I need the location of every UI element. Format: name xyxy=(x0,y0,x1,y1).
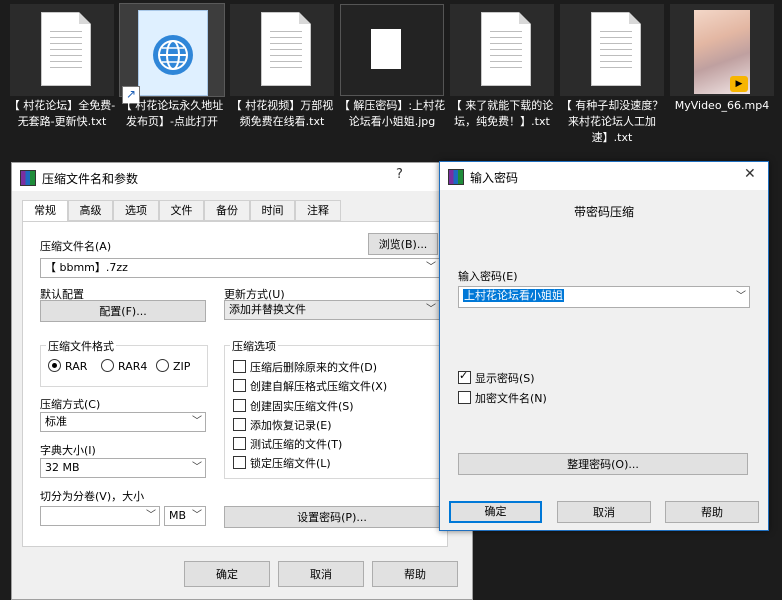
chevron-down-icon[interactable]: ﹀ xyxy=(192,507,202,525)
archive-name-label: 压缩文件名(A) xyxy=(40,240,112,253)
chevron-down-icon[interactable]: ﹀ xyxy=(192,459,202,477)
help-icon[interactable]: ? xyxy=(396,167,403,182)
text-file-icon xyxy=(41,12,91,86)
chevron-down-icon[interactable]: ﹀ xyxy=(192,413,202,431)
radio-zip[interactable]: ZIP xyxy=(156,359,190,373)
split-size-input[interactable]: ﹀ xyxy=(40,506,160,526)
method-select[interactable]: 标准 ﹀ xyxy=(40,412,206,432)
dict-label: 字典大小(I) xyxy=(40,444,96,457)
file-name: 【 村花视频】万部视频免费在线看.txt xyxy=(230,99,334,128)
file-tile[interactable]: 【 有种子却没速度？来村花论坛人工加速】.txt xyxy=(560,0,664,160)
password-heading: 带密码压缩 xyxy=(574,205,635,219)
password-dialog-title: 输入密码 xyxy=(470,171,519,185)
set-password-button[interactable]: 设置密码(P)... xyxy=(224,506,440,528)
image-file-icon xyxy=(371,29,401,69)
format-group-label: 压缩文件格式 xyxy=(46,338,116,354)
password-value: 上村花论坛看小姐姐 xyxy=(463,289,564,302)
winrar-icon xyxy=(20,170,36,186)
file-tile[interactable]: ↗ 【 村花论坛永久地址发布页】-点此打开 xyxy=(119,0,225,160)
file-name: 【 解压密码】:上村花论坛看小姐姐.jpg xyxy=(338,99,446,128)
tab-general[interactable]: 常规 xyxy=(22,200,68,223)
tab-comment[interactable]: 注释 xyxy=(295,200,341,221)
test-files-checkbox[interactable]: 测试压缩的文件(T) xyxy=(233,436,342,452)
winrar-icon xyxy=(448,169,464,185)
file-name: 【 有种子却没速度？来村花论坛人工加速】.txt xyxy=(560,99,664,144)
solid-checkbox[interactable]: 创建固实压缩文件(S) xyxy=(233,398,354,414)
text-file-icon xyxy=(481,12,531,86)
file-tile[interactable]: 【 来了就能下载的论坛，纯免费！】.txt xyxy=(450,0,554,160)
tab-options[interactable]: 选项 xyxy=(113,200,159,221)
show-password-checkbox[interactable]: 显示密码(S) xyxy=(458,369,535,386)
player-badge-icon: ▶ xyxy=(730,76,748,92)
file-tile[interactable]: 【 村花论坛】全免费-无套路-更新快.txt xyxy=(8,0,116,160)
file-name: 【 村花论坛永久地址发布页】-点此打开 xyxy=(120,99,224,128)
archive-name-value: 【 bbmm】.7zz xyxy=(45,261,128,274)
file-name: MyVideo_66.mp4 xyxy=(674,99,770,112)
internet-shortcut-icon xyxy=(138,10,208,96)
file-name: 【 村花论坛】全免费-无套路-更新快.txt xyxy=(8,99,116,128)
password-label: 输入密码(E) xyxy=(458,270,518,283)
file-name: 【 来了就能下载的论坛，纯免费！】.txt xyxy=(450,99,554,128)
text-file-icon xyxy=(261,12,311,86)
tab-files[interactable]: 文件 xyxy=(159,200,204,221)
file-tile[interactable]: 【 村花视频】万部视频免费在线看.txt xyxy=(230,0,334,160)
password-dialog-titlebar[interactable]: 输入密码 ✕ xyxy=(440,162,768,190)
chevron-down-icon[interactable]: ﹀ xyxy=(146,507,156,525)
radio-rar4[interactable]: RAR4 xyxy=(101,359,147,373)
file-tile[interactable]: ▶ MyVideo_66.mp4 xyxy=(670,0,774,160)
tab-advanced[interactable]: 高级 xyxy=(68,200,113,221)
ok-button[interactable]: 确定 xyxy=(184,561,270,587)
radio-rar[interactable]: RAR xyxy=(48,359,87,373)
delete-after-checkbox[interactable]: 压缩后删除原来的文件(D) xyxy=(233,359,377,375)
update-mode-select[interactable]: 添加并替换文件 ﹀ xyxy=(224,300,440,320)
update-mode-value: 添加并替换文件 xyxy=(229,303,306,316)
close-icon[interactable]: ✕ xyxy=(744,166,756,182)
chevron-down-icon[interactable]: ﹀ xyxy=(426,301,436,319)
method-label: 压缩方式(C) xyxy=(40,398,101,411)
lock-archive-checkbox[interactable]: 锁定压缩文件(L) xyxy=(233,455,331,471)
dialog-title: 压缩文件名和参数 xyxy=(42,172,139,186)
method-value: 标准 xyxy=(45,415,67,428)
tab-time[interactable]: 时间 xyxy=(250,200,295,221)
split-unit-value: MB xyxy=(169,509,187,522)
file-tile[interactable]: 【 解压密码】:上村花论坛看小姐姐.jpg xyxy=(338,0,446,160)
split-label: 切分为分卷(V)，大小 xyxy=(40,490,145,503)
archive-dialog-titlebar[interactable]: 压缩文件名和参数 ? xyxy=(12,163,472,191)
browse-button[interactable]: 浏览(B)... xyxy=(368,233,438,255)
globe-icon xyxy=(153,35,193,75)
password-ok-button[interactable]: 确定 xyxy=(449,501,542,523)
split-unit-select[interactable]: MB ﹀ xyxy=(164,506,206,526)
archive-name-combo[interactable]: 【 bbmm】.7zz ﹀ xyxy=(40,258,440,278)
help-button[interactable]: 帮助 xyxy=(372,561,458,587)
recovery-record-checkbox[interactable]: 添加恢复记录(E) xyxy=(233,417,332,433)
chevron-down-icon[interactable]: ﹀ xyxy=(736,287,746,307)
chevron-down-icon[interactable]: ﹀ xyxy=(426,259,436,277)
password-cancel-button[interactable]: 取消 xyxy=(557,501,651,523)
profile-button[interactable]: 配置(F)... xyxy=(40,300,206,322)
tab-backup[interactable]: 备份 xyxy=(204,200,250,221)
organize-passwords-button[interactable]: 整理密码(O)... xyxy=(458,453,748,475)
cancel-button[interactable]: 取消 xyxy=(278,561,364,587)
options-group-label: 压缩选项 xyxy=(230,338,278,354)
encrypt-filenames-checkbox[interactable]: 加密文件名(N) xyxy=(458,390,547,406)
video-thumbnail-icon: ▶ xyxy=(694,10,750,94)
sfx-checkbox[interactable]: 创建自解压格式压缩文件(X) xyxy=(233,378,387,394)
dict-value: 32 MB xyxy=(45,461,80,474)
dict-select[interactable]: 32 MB ﹀ xyxy=(40,458,206,478)
password-input[interactable]: 上村花论坛看小姐姐 ﹀ xyxy=(458,286,750,308)
text-file-icon xyxy=(591,12,641,86)
password-help-button[interactable]: 帮助 xyxy=(665,501,759,523)
